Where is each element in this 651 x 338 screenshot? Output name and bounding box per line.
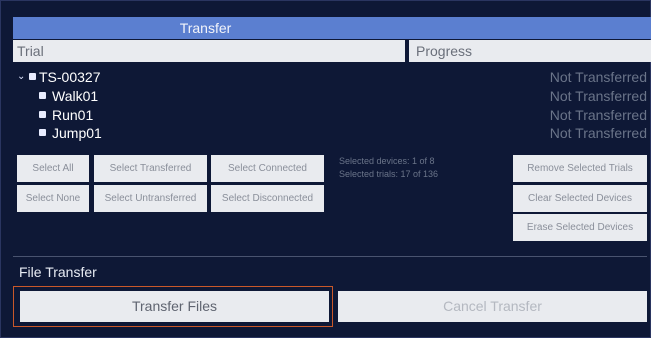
section-divider <box>13 256 647 257</box>
tree-child-label: Run01 <box>52 107 94 123</box>
remove-selected-trials-button[interactable]: Remove Selected Trials <box>513 155 647 182</box>
select-transferred-button[interactable]: Select Transferred <box>94 155 207 182</box>
cancel-transfer-button[interactable]: Cancel Transfer <box>338 291 647 322</box>
selected-trials-text: Selected trials: 17 of 136 <box>339 169 439 179</box>
column-header-progress[interactable]: Progress <box>409 40 651 62</box>
tree-row-child[interactable]: Walk01 Not Transferred <box>13 88 651 104</box>
tree-child-status: Not Transferred <box>549 88 647 104</box>
select-none-button[interactable]: Select None <box>17 185 89 212</box>
tree-row-root[interactable]: ⌄ TS-00327 Not Transferred <box>13 69 651 85</box>
file-transfer-title: File Transfer <box>19 264 97 280</box>
tree-row-child[interactable]: Jump01 Not Transferred <box>13 125 651 141</box>
tree-row-child[interactable]: Run01 Not Transferred <box>13 107 651 123</box>
panel-title: Transfer <box>179 20 232 36</box>
column-header-trial[interactable]: Trial <box>13 40 405 62</box>
clear-selected-devices-button[interactable]: Clear Selected Devices <box>513 185 647 212</box>
checkbox-checked-icon[interactable] <box>39 92 46 99</box>
tree-child-status: Not Transferred <box>549 125 647 141</box>
tree-child-label: Walk01 <box>52 88 99 104</box>
erase-selected-devices-button[interactable]: Erase Selected Devices <box>513 214 647 241</box>
transfer-panel: Transfer Trial Progress ⌄ TS-00327 Not T… <box>0 0 651 338</box>
title-bar: Transfer <box>13 17 651 39</box>
selected-devices-text: Selected devices: 1 of 8 <box>339 156 435 166</box>
select-connected-button[interactable]: Select Connected <box>211 155 324 182</box>
select-all-button[interactable]: Select All <box>17 155 89 182</box>
checkbox-checked-icon[interactable] <box>39 111 46 118</box>
select-disconnected-button[interactable]: Select Disconnected <box>211 185 324 212</box>
select-untransferred-button[interactable]: Select Untransferred <box>94 185 207 212</box>
tree-child-label: Jump01 <box>52 125 102 141</box>
checkbox-checked-icon[interactable] <box>29 73 36 80</box>
checkbox-checked-icon[interactable] <box>39 129 46 136</box>
tree-root-status: Not Transferred <box>549 69 647 85</box>
chevron-down-icon[interactable]: ⌄ <box>17 69 25 85</box>
tree-root-label: TS-00327 <box>39 69 101 85</box>
tree-child-status: Not Transferred <box>549 107 647 123</box>
transfer-files-button[interactable]: Transfer Files <box>20 291 329 322</box>
